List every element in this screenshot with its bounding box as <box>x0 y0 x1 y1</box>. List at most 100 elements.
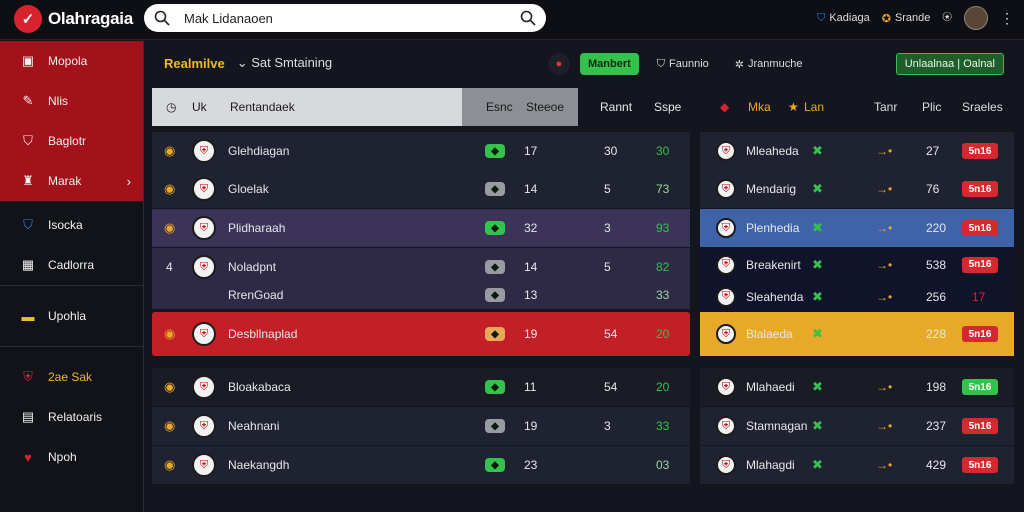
table-row[interactable]: ◉ ⛨ Plidharaah ◆ 32 3 93 <box>152 209 690 247</box>
table-row[interactable]: ◉ ⛨ Gloelak ◆ 14 5 73 <box>152 170 690 208</box>
search-input[interactable] <box>184 10 520 26</box>
pen-icon: ✎ <box>22 93 34 108</box>
stat-value: 54 <box>604 327 618 341</box>
star-icon: ★ <box>788 100 799 114</box>
table-row[interactable]: ⛨ Mleaheda ✖ →• 27 5n16 <box>700 132 1014 170</box>
col-header[interactable]: Mka <box>748 88 771 126</box>
table-row[interactable]: ◉ ⛨ Desbllnaplad ◆ 19 54 20 <box>152 312 690 356</box>
points-value: 30 <box>656 144 670 158</box>
col-header[interactable]: Sraeles <box>962 88 1003 126</box>
team-crest-icon: ⛨ <box>192 216 216 240</box>
team-name[interactable]: Glehdiagan <box>228 132 289 170</box>
odds-badge[interactable]: 5n16 <box>962 379 998 395</box>
record-button[interactable]: ● <box>548 53 570 75</box>
team-name[interactable]: Sleahenda <box>746 281 803 312</box>
team-name[interactable]: Bloakabaca <box>228 368 291 406</box>
logo[interactable]: ✓ Olahragaia <box>14 5 133 33</box>
sidebar-item-4[interactable]: ⛉ Isocka <box>0 205 143 245</box>
team-name[interactable]: Blalaeda <box>746 312 793 356</box>
stat-value: 19 <box>524 327 538 341</box>
search-bar[interactable] <box>144 4 546 32</box>
trend-icon: ◉ <box>164 143 176 158</box>
sidebar-item-2[interactable]: ⛉ Baglotr <box>0 121 143 161</box>
odds-badge[interactable]: 5n16 <box>962 220 998 236</box>
sidebar-item-6[interactable]: ▬ Upohla <box>0 296 143 336</box>
tab-manbert[interactable]: Manbert <box>580 53 639 75</box>
team-name[interactable]: Gloelak <box>228 170 269 208</box>
odds-badge[interactable]: 5n16 <box>962 457 998 473</box>
odds-badge[interactable]: 5n16 <box>962 256 998 273</box>
tab-label: Manbert <box>588 58 631 70</box>
col-header[interactable]: Sspe <box>654 88 681 126</box>
tab-faunnio[interactable]: ⛉ Faunnio <box>649 53 717 75</box>
stat-value: 11 <box>524 380 537 394</box>
table-row[interactable]: ◉ ⛨ Bloakabaca ◆ 11 54 20 <box>152 368 690 406</box>
team-name[interactable]: RrenGoad <box>228 281 283 309</box>
team-name[interactable]: Stamnagan <box>746 407 807 445</box>
odds-badge[interactable]: 5n16 <box>962 326 998 342</box>
table-row[interactable]: ⛨ Blalaeda ✖ →• 228 5n16 <box>700 312 1014 356</box>
sidebar-item-9[interactable]: ♥ Npoh <box>0 437 143 477</box>
update-label: Unlaalnaa | Oalnal <box>904 58 995 70</box>
stat-value: 27 <box>926 144 940 158</box>
avatar[interactable] <box>964 6 988 30</box>
sidebar-item-5[interactable]: ▦ Cadlorra <box>0 245 143 285</box>
table-row[interactable]: ⛨ Mendarig ✖ →• 76 5n16 <box>700 170 1014 208</box>
col-header[interactable]: Steeoe <box>526 88 564 126</box>
col-header[interactable]: Uk <box>192 88 207 126</box>
flag-icon: ▬ <box>21 308 35 324</box>
team-name[interactable]: Breakenirt <box>746 248 801 281</box>
card-icon: ▦ <box>21 257 35 272</box>
stat-value: 198 <box>926 380 947 394</box>
trend-icon: →• <box>876 221 893 235</box>
sidebar-item-8[interactable]: ▤ Relatoaris <box>0 397 143 437</box>
col-header[interactable]: Esnc <box>486 88 513 126</box>
table-row[interactable]: ⛨ Mlahaedi ✖ →• 198 5n16 <box>700 368 1014 406</box>
col-header[interactable]: Plic <box>922 88 941 126</box>
table-row[interactable]: RrenGoad ◆ 13 33 <box>152 281 690 309</box>
team-name[interactable]: Neahnani <box>228 407 279 445</box>
table-row[interactable]: ◉ ⛨ Naekangdh ◆ 23 03 <box>152 446 690 484</box>
team-name[interactable]: Mlahagdi <box>746 446 795 484</box>
points-value: 93 <box>656 221 670 235</box>
team-name[interactable]: Naekangdh <box>228 446 289 484</box>
top-item-1[interactable]: ⛉ Kadiaga <box>817 12 870 25</box>
stat-value: 5 <box>604 182 611 196</box>
odds-badge[interactable]: 5n16 <box>962 181 998 197</box>
team-name[interactable]: Plidharaah <box>228 209 285 247</box>
team-name[interactable]: Plenhedia <box>746 209 799 247</box>
trend-icon: ◉ <box>164 418 176 433</box>
update-button[interactable]: Unlaalnaa | Oalnal <box>895 53 1004 75</box>
col-header[interactable]: Rentandaek <box>230 88 295 126</box>
sidebar-item-1[interactable]: ✎ Nlis <box>0 81 143 121</box>
tab-jranmuche[interactable]: ✲ Jranmuche <box>727 53 811 75</box>
table-row[interactable]: ⛨ Stamnagan ✖ →• 237 5n16 <box>700 407 1014 445</box>
col-header[interactable]: Lan <box>804 88 824 126</box>
help-button[interactable]: ⍟ <box>942 9 952 27</box>
col-header[interactable]: Tanr <box>874 88 897 126</box>
table-row[interactable]: ◉ ⛨ Neahnani ◆ 19 3 33 <box>152 407 690 445</box>
col-header[interactable]: Rannt <box>600 88 632 126</box>
sidebar-item-label: Upohla <box>48 309 87 323</box>
table-row[interactable]: ⛨ Plenhedia ✖ →• 220 5n16 <box>700 209 1014 247</box>
stat-value: 23 <box>524 458 538 472</box>
team-name[interactable]: Mleaheda <box>746 132 799 170</box>
sidebar-item-0[interactable]: ▣ Mopola <box>0 41 143 81</box>
league-dropdown[interactable]: ⌄ Sat Smtaining <box>237 55 332 71</box>
team-name[interactable]: Mendarig <box>746 170 796 208</box>
odds-badge[interactable]: 5n16 <box>962 418 998 434</box>
sidebar-item-3[interactable]: ♜ Marak › <box>0 161 143 201</box>
menu-icon[interactable]: ⋮ <box>1000 10 1014 27</box>
odds-badge[interactable]: 5n16 <box>962 143 998 159</box>
table-row[interactable]: ◉ ⛨ Glehdiagan ◆ 17 30 30 <box>152 132 690 170</box>
team-name[interactable]: Mlahaedi <box>746 368 795 406</box>
table-row[interactable]: ⛨ Mlahagdi ✖ →• 429 5n16 <box>700 446 1014 484</box>
table-row[interactable]: ⛨ Sleahenda ✖ →• 256 17 <box>700 281 1014 312</box>
sidebar-item-7[interactable]: ⛨ 2ae Sak <box>0 357 143 397</box>
top-item-2[interactable]: ✪ Srande <box>882 12 931 25</box>
search-icon[interactable] <box>520 10 536 26</box>
odds-value[interactable]: 17 <box>972 281 985 312</box>
form-badge: ◆ <box>485 419 505 433</box>
table-row[interactable]: ⛨ Breakenirt ✖ →• 538 5n16 <box>700 248 1014 281</box>
team-name[interactable]: Desbllnaplad <box>228 312 297 356</box>
